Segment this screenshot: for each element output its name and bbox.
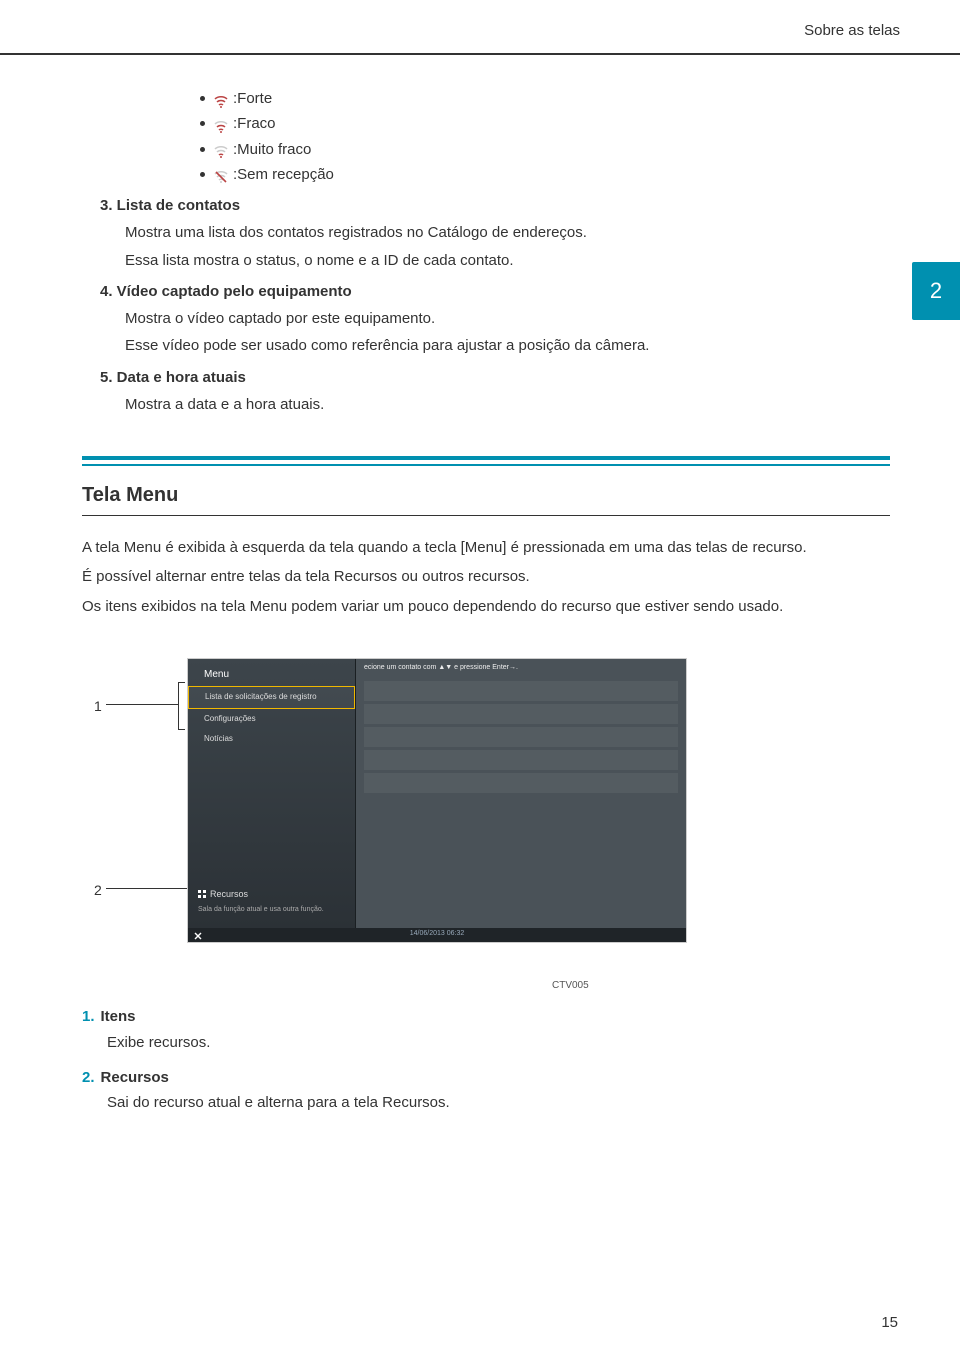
screenshot-figure: 1 2 Menu Lista de solicitações de regist…	[82, 658, 890, 948]
wifi-very-weak-icon	[213, 142, 229, 156]
list-row	[364, 681, 678, 701]
callout-2-line	[106, 888, 194, 889]
section-p1: A tela Menu é exibida à esquerda da tela…	[82, 536, 890, 559]
section-rule	[82, 456, 890, 466]
wifi-weak-icon	[213, 117, 229, 131]
shot-item-highlight: Lista de solicitações de registro	[188, 686, 355, 708]
menu-screenshot: Menu Lista de solicitações de registro C…	[187, 658, 687, 943]
list-row	[364, 750, 678, 770]
wifi-none-icon	[213, 167, 229, 181]
legend-2: 2. Recursos	[82, 1066, 890, 1089]
shot-topbar: ecione um contato com ▲▼ e pressione Ent…	[356, 659, 686, 678]
item5-heading: 5. Data e hora atuais	[100, 366, 890, 389]
page-number: 15	[881, 1314, 898, 1331]
item3-p1: Mostra uma lista dos contatos registrado…	[125, 221, 890, 244]
section-underline	[82, 515, 890, 516]
section-title: Tela Menu	[82, 480, 890, 511]
signal-weak-line: :Fraco	[200, 112, 890, 135]
callout-1-label: 1	[94, 696, 102, 718]
legend-1: 1. Itens	[82, 1005, 890, 1028]
shot-item-2: Configurações	[188, 709, 355, 729]
shot-menu-title: Menu	[188, 659, 355, 687]
signal-strong-line: :Forte	[200, 87, 890, 110]
legend-1-title: Itens	[101, 1008, 136, 1025]
shot-main: ecione um contato com ▲▼ e pressione Ent…	[356, 659, 686, 942]
image-code: CTV005	[552, 978, 890, 994]
section-p2: É possível alternar entre telas da tela …	[82, 565, 890, 588]
item4-heading: 4. Vídeo captado pelo equipamento	[100, 280, 890, 303]
chapter-tab: 2	[912, 262, 960, 320]
shot-sidebar: Menu Lista de solicitações de registro C…	[188, 659, 356, 942]
legend-1-desc: Exibe recursos.	[107, 1031, 890, 1054]
list-row	[364, 704, 678, 724]
page-header-title: Sobre as telas	[0, 0, 960, 49]
item3-heading: 3. Lista de contatos	[100, 194, 890, 217]
close-icon	[194, 931, 202, 939]
legend-1-num: 1.	[82, 1008, 95, 1025]
signal-weak-label: :Fraco	[233, 112, 276, 135]
callout-1-line	[106, 704, 178, 705]
shot-recursos: Recursos	[198, 888, 248, 902]
legend-2-title: Recursos	[101, 1069, 169, 1086]
shot-time: 14/06/2013 06:32	[410, 929, 465, 940]
shot-item-3: Notícias	[188, 729, 355, 749]
content-area: :Forte :Fraco :Muito fraco :Sem recepção…	[0, 55, 960, 1114]
list-row	[364, 773, 678, 793]
grid-icon	[198, 890, 206, 898]
signal-very-weak-label: :Muito fraco	[233, 138, 311, 161]
item4-p2: Esse vídeo pode ser usado como referênci…	[125, 334, 890, 357]
signal-none-line: :Sem recepção	[200, 163, 890, 186]
section-p3: Os itens exibidos na tela Menu podem var…	[82, 595, 890, 618]
signal-very-weak-line: :Muito fraco	[200, 138, 890, 161]
item4-p1: Mostra o vídeo captado por este equipame…	[125, 307, 890, 330]
callout-2-label: 2	[94, 880, 102, 902]
legend-2-desc: Sai do recurso atual e alterna para a te…	[107, 1091, 890, 1114]
legend-2-num: 2.	[82, 1069, 95, 1086]
shot-recursos-sub: Sala da função atual e usa outra função.	[198, 905, 324, 916]
signal-strong-label: :Forte	[233, 87, 272, 110]
list-row	[364, 727, 678, 747]
item3-p2: Essa lista mostra o status, o nome e a I…	[125, 249, 890, 272]
item5-p1: Mostra a data e a hora atuais.	[125, 393, 890, 416]
shot-bottombar: 14/06/2013 06:32	[188, 928, 686, 942]
wifi-strong-icon	[213, 92, 229, 106]
signal-none-label: :Sem recepção	[233, 163, 334, 186]
callout-1-bracket	[178, 682, 179, 730]
